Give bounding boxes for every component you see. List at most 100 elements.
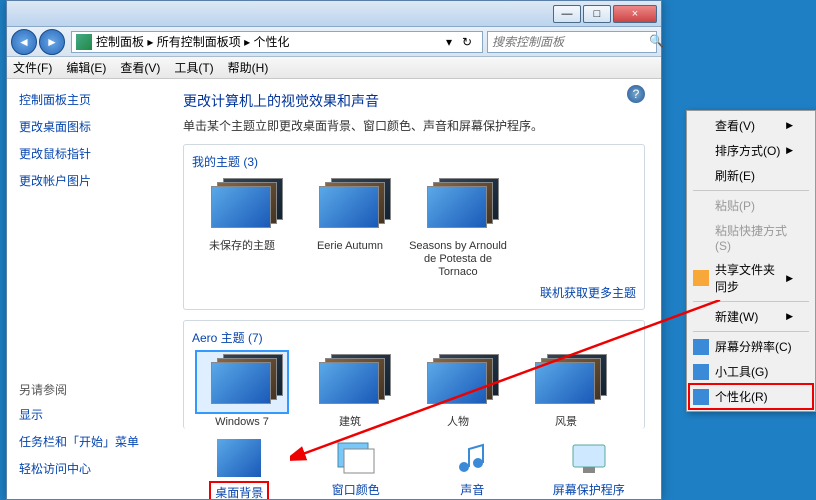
breadcrumb-dropdown-icon[interactable]: ▾ bbox=[446, 35, 462, 49]
context-menu-item: 粘贴快捷方式(S) bbox=[689, 218, 813, 257]
theme-label: Seasons by Arnould de Potesta de Tornaco bbox=[408, 240, 508, 280]
address-bar: ◄ ► 控制面板 ▸ 所有控制面板项 ▸ 个性化 ▾ ↻ 🔍 bbox=[7, 27, 661, 57]
page-subtitle: 单击某个主题立即更改桌面背景、窗口颜色、声音和屏幕保护程序。 bbox=[183, 117, 645, 134]
refresh-icon[interactable]: ↻ bbox=[462, 35, 478, 49]
forward-button[interactable]: ► bbox=[39, 29, 65, 55]
theme-thumbnail bbox=[197, 176, 287, 236]
theme-thumbnail bbox=[305, 176, 395, 236]
theme-item[interactable]: Seasons by Arnould de Potesta de Tornaco bbox=[408, 176, 508, 280]
theme-thumbnail bbox=[521, 352, 611, 412]
control-panel-icon bbox=[76, 34, 92, 50]
desktop-context-menu: 查看(V)▶排序方式(O)▶刷新(E)粘贴(P)粘贴快捷方式(S)共享文件夹同步… bbox=[686, 110, 816, 412]
more-themes-link[interactable]: 联机获取更多主题 bbox=[540, 286, 636, 300]
setting-saver[interactable]: 屏幕保护程序无 bbox=[541, 439, 638, 499]
sidebar-link[interactable]: 任务栏和「开始」菜单 bbox=[19, 433, 155, 450]
help-icon[interactable]: ? bbox=[627, 85, 645, 103]
sidebar-section-label: 另请参阅 bbox=[19, 381, 155, 398]
window-color-icon bbox=[334, 439, 378, 477]
theme-item[interactable]: 人物 bbox=[408, 352, 508, 429]
menu-item-icon bbox=[693, 270, 709, 286]
context-menu-item[interactable]: 排序方式(O)▶ bbox=[689, 138, 813, 163]
sidebar-link[interactable]: 更改鼠标指针 bbox=[19, 145, 155, 162]
menu-item-label: 共享文件夹同步 bbox=[715, 261, 786, 295]
menu-view[interactable]: 查看(V) bbox=[120, 59, 160, 76]
context-menu-item[interactable]: 小工具(G) bbox=[689, 359, 813, 384]
menu-item-icon bbox=[693, 364, 709, 380]
search-icon[interactable]: 🔍 bbox=[649, 34, 664, 50]
menu-item-label: 个性化(R) bbox=[715, 388, 768, 405]
settings-row: 桌面背景Harmony窗口颜色天空声音Windows 默认屏幕保护程序无 bbox=[183, 439, 645, 499]
desktop-bg-icon bbox=[217, 439, 261, 477]
theme-item[interactable]: Eerie Autumn bbox=[300, 176, 400, 280]
setting-label: 桌面背景 bbox=[209, 481, 269, 499]
sidebar-link[interactable]: 控制面板主页 bbox=[19, 91, 155, 108]
personalization-window: — □ × ◄ ► 控制面板 ▸ 所有控制面板项 ▸ 个性化 ▾ ↻ 🔍 文件(… bbox=[6, 0, 662, 500]
context-menu-item[interactable]: 屏幕分辨率(C) bbox=[689, 334, 813, 359]
context-menu-item[interactable]: 查看(V)▶ bbox=[689, 113, 813, 138]
context-menu-item[interactable]: 共享文件夹同步▶ bbox=[689, 257, 813, 299]
sidebar-link[interactable]: 更改桌面图标 bbox=[19, 118, 155, 135]
sound-icon bbox=[450, 439, 494, 477]
theme-thumbnail bbox=[413, 176, 503, 236]
theme-item[interactable]: 风景 bbox=[516, 352, 616, 429]
theme-label: 建筑 bbox=[300, 416, 400, 429]
menu-item-label: 查看(V) bbox=[715, 117, 755, 134]
theme-label: Windows 7 bbox=[192, 416, 292, 429]
menu-item-label: 小工具(G) bbox=[715, 363, 768, 380]
minimize-button[interactable]: — bbox=[553, 5, 581, 23]
submenu-arrow-icon: ▶ bbox=[786, 145, 793, 156]
menubar: 文件(F) 编辑(E) 查看(V) 工具(T) 帮助(H) bbox=[7, 57, 661, 79]
submenu-arrow-icon: ▶ bbox=[786, 311, 793, 322]
menu-item-label: 新建(W) bbox=[715, 308, 758, 325]
sidebar-link[interactable]: 轻松访问中心 bbox=[19, 460, 155, 477]
submenu-arrow-icon: ▶ bbox=[786, 273, 793, 284]
menu-item-icon bbox=[693, 389, 709, 405]
setting-color[interactable]: 窗口颜色天空 bbox=[308, 439, 405, 499]
menu-item-icon bbox=[693, 339, 709, 355]
sidebar: 控制面板主页 更改桌面图标 更改鼠标指针 更改帐户图片 另请参阅 显示 任务栏和… bbox=[7, 79, 167, 499]
setting-label: 屏幕保护程序 bbox=[541, 481, 638, 498]
setting-sound[interactable]: 声音Windows 默认 bbox=[424, 439, 521, 499]
theme-thumbnail bbox=[305, 352, 395, 412]
sidebar-link[interactable]: 更改帐户图片 bbox=[19, 172, 155, 189]
content-pane: 更改计算机上的视觉效果和声音 单击某个主题立即更改桌面背景、窗口颜色、声音和屏幕… bbox=[167, 79, 661, 499]
setting-label: 声音 bbox=[424, 481, 521, 498]
setting-sub: 无 bbox=[541, 498, 638, 499]
theme-label: 风景 bbox=[516, 416, 616, 429]
theme-thumbnail bbox=[413, 352, 503, 412]
sidebar-link[interactable]: 显示 bbox=[19, 406, 155, 423]
setting-bg[interactable]: 桌面背景Harmony bbox=[191, 439, 288, 499]
breadcrumb-text: 控制面板 ▸ 所有控制面板项 ▸ 个性化 bbox=[96, 33, 289, 50]
context-menu-item[interactable]: 新建(W) ▶ bbox=[689, 304, 813, 329]
menu-item-label: 刷新(E) bbox=[715, 167, 755, 184]
maximize-button[interactable]: □ bbox=[583, 5, 611, 23]
menu-separator bbox=[693, 301, 809, 302]
context-menu-item[interactable]: 个性化(R) bbox=[689, 384, 813, 409]
search-box[interactable]: 🔍 bbox=[487, 31, 657, 53]
context-menu-item[interactable]: 刷新(E) bbox=[689, 163, 813, 188]
group-title: 我的主题 (3) bbox=[192, 153, 636, 170]
menu-help[interactable]: 帮助(H) bbox=[228, 59, 269, 76]
setting-sub: 天空 bbox=[308, 498, 405, 499]
menu-edit[interactable]: 编辑(E) bbox=[66, 59, 106, 76]
menu-item-label: 粘贴(P) bbox=[715, 197, 755, 214]
group-title: Aero 主题 (7) bbox=[192, 329, 636, 346]
breadcrumb[interactable]: 控制面板 ▸ 所有控制面板项 ▸ 个性化 ▾ ↻ bbox=[71, 31, 483, 53]
close-button[interactable]: × bbox=[613, 5, 657, 23]
aero-themes-group: Aero 主题 (7) Windows 7 建筑人物风景 bbox=[183, 320, 645, 429]
setting-label: 窗口颜色 bbox=[308, 481, 405, 498]
menu-file[interactable]: 文件(F) bbox=[13, 59, 52, 76]
menu-separator bbox=[693, 190, 809, 191]
theme-label: 人物 bbox=[408, 416, 508, 429]
theme-item[interactable]: 建筑 bbox=[300, 352, 400, 429]
theme-item[interactable]: 未保存的主题 bbox=[192, 176, 292, 280]
search-input[interactable] bbox=[492, 35, 649, 49]
menu-tools[interactable]: 工具(T) bbox=[174, 59, 213, 76]
menu-separator bbox=[693, 331, 809, 332]
theme-item[interactable]: Windows 7 bbox=[192, 352, 292, 429]
context-menu-item: 粘贴(P) bbox=[689, 193, 813, 218]
page-title: 更改计算机上的视觉效果和声音 bbox=[183, 91, 645, 111]
theme-label: Eerie Autumn bbox=[300, 240, 400, 253]
setting-sub: Windows 默认 bbox=[424, 498, 521, 499]
back-button[interactable]: ◄ bbox=[11, 29, 37, 55]
